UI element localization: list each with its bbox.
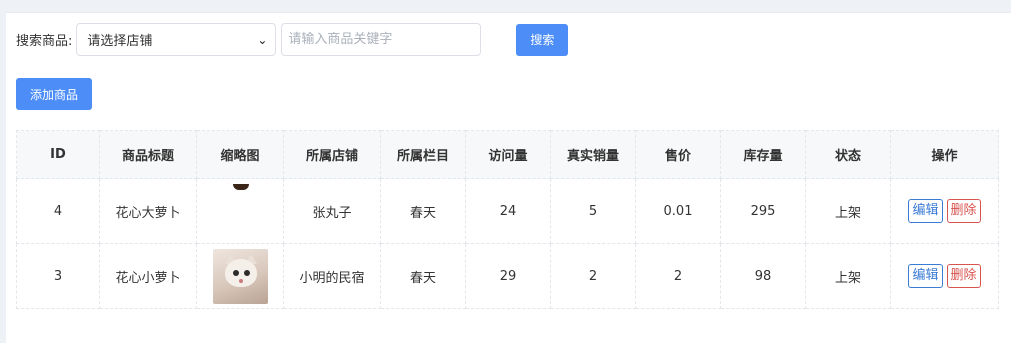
header-column: 所属栏目 [380,130,466,179]
cell-visits: 24 [465,178,551,244]
header-id: ID [16,130,100,179]
cell-sales: 2 [550,243,636,309]
edit-button[interactable]: 编辑 [908,199,943,223]
main-panel: 搜索商品: 请选择店铺 ⌄ 搜索 添加商品 ID 商品标题 缩略图 所属店铺 所… [6,12,1011,343]
shop-select[interactable]: 请选择店铺 ⌄ [76,23,277,56]
cell-status: 上架 [805,243,891,309]
cell-thumbnail [196,178,284,244]
cell-shop: 张丸子 [283,178,381,244]
search-bar: 搜索商品: 请选择店铺 ⌄ 搜索 [16,23,569,56]
chevron-down-icon: ⌄ [257,32,268,47]
keyword-input[interactable] [281,23,482,56]
cell-status: 上架 [805,178,891,244]
cell-stock: 98 [720,243,806,309]
table-row: 4 花心大萝卜 张丸子 春天 24 5 0.01 295 上架 编辑 删除 [16,178,999,244]
delete-button[interactable]: 删除 [946,199,981,223]
header-status: 状态 [805,130,891,179]
cell-price: 0.01 [635,178,721,244]
cell-thumbnail [196,243,284,309]
cell-visits: 29 [465,243,551,309]
header-visits: 访问量 [465,130,551,179]
cell-column: 春天 [380,178,466,244]
table-header-row: ID 商品标题 缩略图 所属店铺 所属栏目 访问量 真实销量 售价 库存量 状态… [16,130,999,179]
search-button[interactable]: 搜索 [516,23,569,56]
product-thumbnail [212,248,268,304]
header-title: 商品标题 [99,130,197,179]
cell-column: 春天 [380,243,466,309]
cell-id: 3 [16,243,100,309]
table-row: 3 花心小萝卜 小明的民宿 春天 29 2 2 98 上架 编辑 删除 [16,243,999,309]
product-table: ID 商品标题 缩略图 所属店铺 所属栏目 访问量 真实销量 售价 库存量 状态… [16,130,999,309]
cell-title: 花心小萝卜 [99,243,197,309]
product-thumbnail [213,183,268,239]
cell-price: 2 [635,243,721,309]
cell-shop: 小明的民宿 [283,243,381,309]
header-actions: 操作 [890,130,999,179]
edit-button[interactable]: 编辑 [908,264,943,288]
header-sales: 真实销量 [550,130,636,179]
header-stock: 库存量 [720,130,806,179]
header-thumbnail: 缩略图 [196,130,284,179]
cell-sales: 5 [550,178,636,244]
cell-title: 花心大萝卜 [99,178,197,244]
header-shop: 所属店铺 [283,130,381,179]
shop-select-value: 请选择店铺 [87,34,153,49]
cell-actions: 编辑 删除 [890,243,999,309]
add-product-button[interactable]: 添加商品 [16,78,92,110]
delete-button[interactable]: 删除 [946,264,981,288]
cell-actions: 编辑 删除 [890,178,999,244]
cell-stock: 295 [720,178,806,244]
header-price: 售价 [635,130,721,179]
search-label: 搜索商品: [16,34,73,49]
cell-id: 4 [16,178,100,244]
